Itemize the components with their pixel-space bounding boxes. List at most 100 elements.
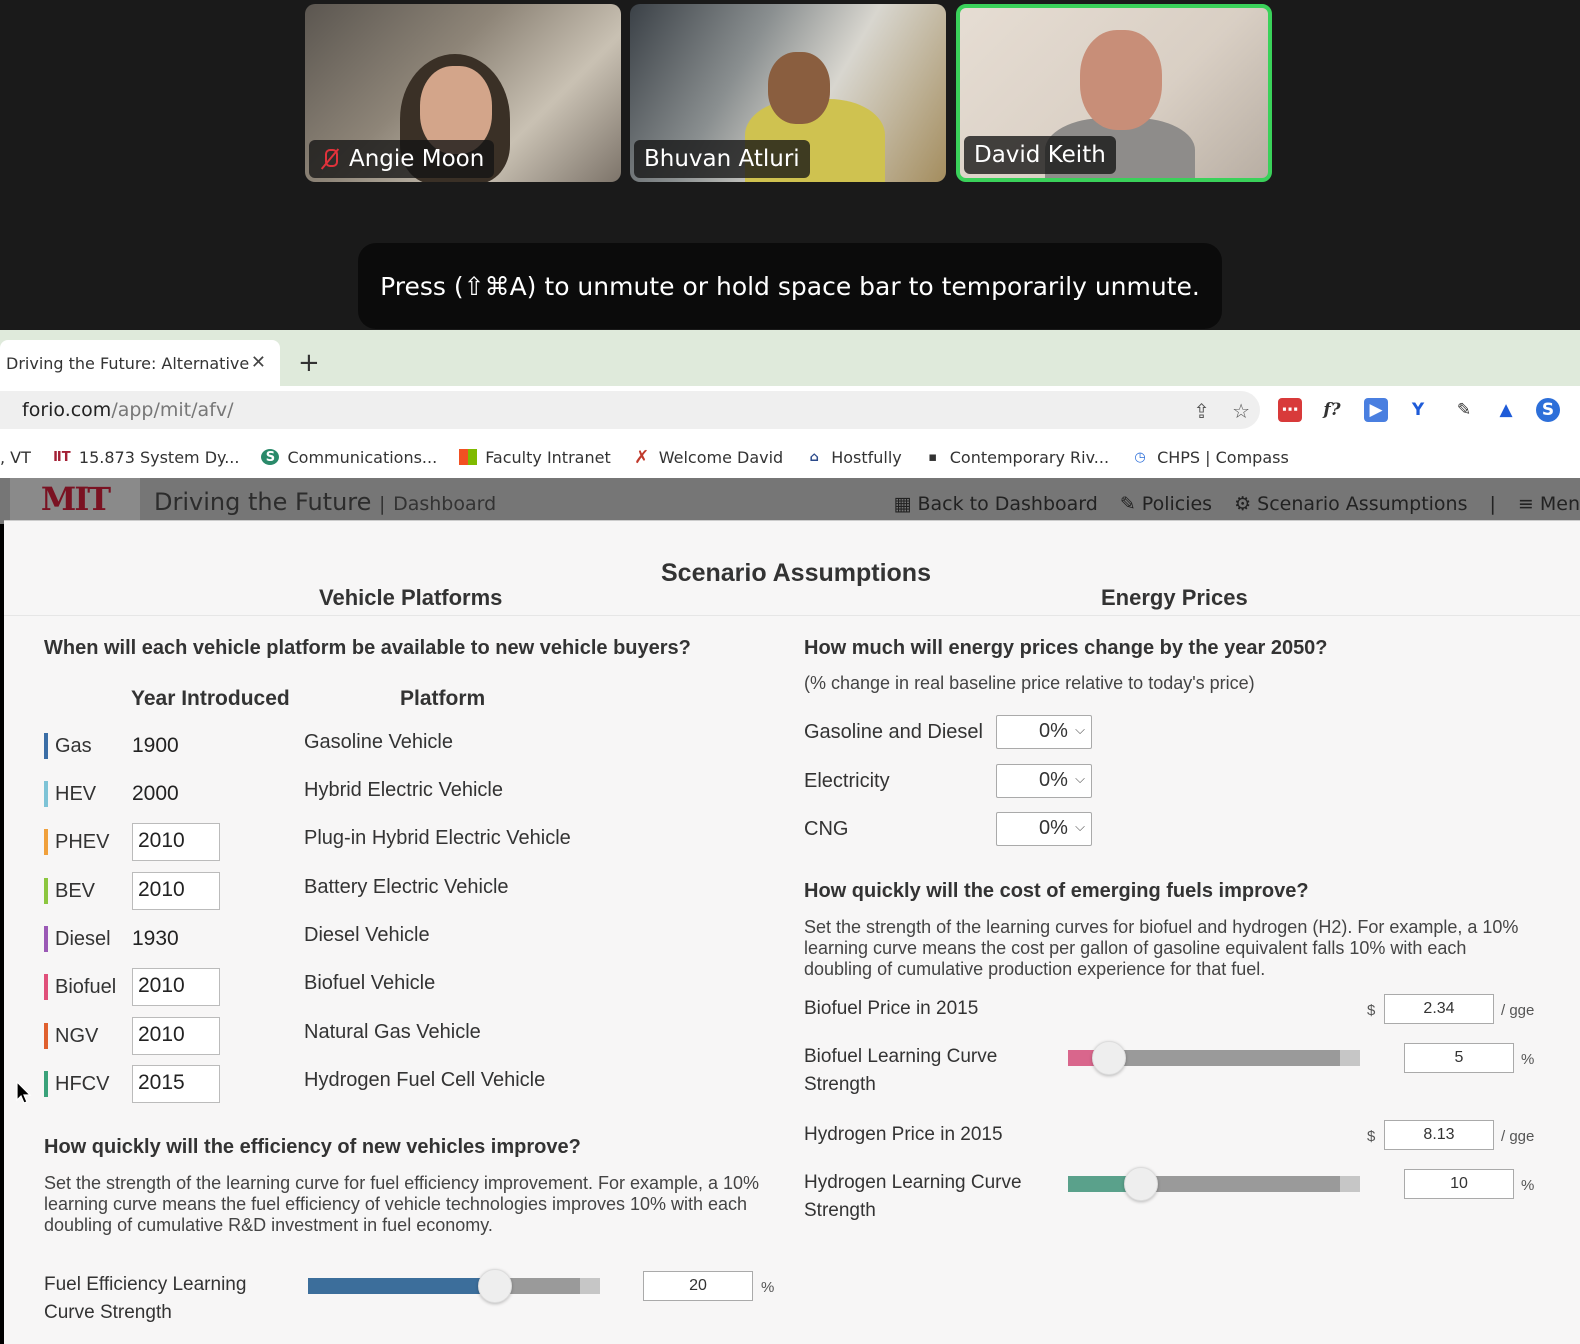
back-to-dashboard-link[interactable]: ▦ Back to Dashboard	[893, 493, 1097, 515]
vehicle-code: Diesel	[55, 927, 111, 950]
hydrogen-price-input[interactable]: 8.13	[1384, 1120, 1494, 1150]
bookmark-item[interactable]: ⅡT 15.873 System Dy...	[53, 447, 240, 467]
biofuel-curve-value-input[interactable]: 5	[1404, 1043, 1514, 1073]
participant-name: Bhuvan Atluri	[644, 146, 800, 172]
app-title-text: Driving the Future	[154, 488, 372, 516]
efficiency-learning-slider[interactable]	[308, 1269, 600, 1303]
cng-change-select[interactable]: 0% ⌵	[996, 812, 1092, 846]
video-tile-angie[interactable]: Angie Moon	[305, 4, 621, 182]
year-input[interactable]: 2010	[132, 823, 220, 861]
gge-unit: / gge	[1501, 1128, 1535, 1145]
nav-separator: |	[1489, 493, 1496, 515]
extension-lastpass-icon[interactable]: ⋯	[1278, 398, 1302, 422]
hydrogen-curve-label: Hydrogen Learning Curve Strength	[804, 1169, 1022, 1225]
platform-name: Battery Electric Vehicle	[304, 876, 509, 898]
efficiency-value-input[interactable]: 20	[643, 1271, 753, 1301]
year-value: 2000	[132, 782, 179, 805]
tab-close-icon[interactable]: ✕	[251, 352, 266, 373]
mit-icon: ⅡT	[53, 449, 71, 465]
slider-thumb[interactable]	[1092, 1041, 1126, 1075]
vehicle-code: HEV	[55, 782, 97, 805]
tab-title: Driving the Future: Alternative	[6, 353, 250, 373]
energy-row-electricity: Electricity 0% ⌵	[804, 764, 1092, 798]
bookmark-label: 15.873 System Dy...	[78, 447, 240, 467]
energy-prices-heading: Energy Prices	[1101, 585, 1248, 610]
vehicle-platforms-heading: Vehicle Platforms	[319, 585, 503, 610]
bookmark-label: Communications...	[287, 447, 438, 467]
bookmark-item[interactable]: S Communications...	[261, 448, 437, 467]
bookmark-star-icon[interactable]: ☆	[1232, 399, 1250, 423]
video-tile-david-active-speaker[interactable]: David Keith	[956, 4, 1272, 182]
year-input[interactable]: 2015	[132, 1065, 220, 1103]
share-icon[interactable]: ⇪	[1193, 399, 1210, 423]
vehicle-code: HFCV	[55, 1072, 110, 1095]
bookmark-item[interactable]: ▪ Contemporary Riv...	[924, 448, 1109, 467]
bookmark-item[interactable]: ◷ CHPS | Compass	[1131, 448, 1288, 467]
slider-tail	[1340, 1176, 1360, 1192]
currency-symbol: $	[1367, 1002, 1376, 1019]
chevron-down-icon: ⌵	[1075, 771, 1085, 786]
hydrogen-curve-label-line1: Hydrogen Learning Curve	[804, 1172, 1022, 1193]
hydrogen-curve-value-input[interactable]: 10	[1404, 1169, 1514, 1199]
back-to-dashboard-label: Back to Dashboard	[917, 493, 1098, 515]
app-subtitle: Dashboard	[393, 493, 497, 515]
participant-nametag: Angie Moon	[309, 140, 495, 178]
bookmark-label: , VT	[0, 447, 31, 467]
app-nav: ▦ Back to Dashboard ✎ Policies ⚙ Scenari…	[893, 493, 1580, 515]
bookmark-item[interactable]: Faculty Intranet	[459, 448, 611, 467]
zoom-meeting-area: Angie Moon Bhuvan Atluri David Keith Pre…	[0, 0, 1580, 330]
bookmark-label: Faculty Intranet	[485, 447, 611, 467]
extension-graduation-icon[interactable]: ▲	[1494, 398, 1518, 422]
vehicle-code: NGV	[55, 1024, 99, 1047]
slider-tail	[580, 1278, 600, 1294]
policies-link[interactable]: ✎ Policies	[1120, 493, 1212, 515]
emerging-fuels-question: How quickly will the cost of emerging fu…	[804, 880, 1309, 902]
menu-link[interactable]: ≡ Men	[1518, 493, 1580, 515]
efficiency-label-line1: Fuel Efficiency Learning	[44, 1274, 247, 1295]
year-input[interactable]: 2010	[132, 968, 220, 1006]
efficiency-question: How quickly will the efficiency of new v…	[44, 1136, 581, 1158]
year-input[interactable]: 2010	[132, 1017, 220, 1055]
bookmark-item[interactable]: ⌂ Hostfully	[805, 448, 902, 467]
extension-eyedropper-icon[interactable]: ✎	[1452, 398, 1476, 422]
year-input[interactable]: 2010	[132, 872, 220, 910]
percent-unit: %	[1521, 1177, 1535, 1194]
emerging-fuels-description: Set the strength of the learning curves …	[804, 917, 1519, 979]
biofuel-price-input[interactable]: 2.34	[1384, 994, 1494, 1024]
scenario-assumptions-link[interactable]: ⚙ Scenario Assumptions	[1234, 493, 1467, 515]
participant-name: Angie Moon	[349, 146, 485, 172]
bookmark-item[interactable]: ✗ Welcome David	[633, 447, 783, 468]
platform-header: Platform	[400, 687, 486, 710]
video-tile-bhuvan[interactable]: Bhuvan Atluri	[630, 4, 946, 182]
slider-thumb[interactable]	[478, 1269, 512, 1303]
gear-icon: ⚙	[1234, 493, 1258, 515]
platform-name: Diesel Vehicle	[304, 924, 430, 946]
year-value: 1900	[132, 734, 179, 757]
extension-profile-icon[interactable]: S	[1536, 398, 1560, 422]
sharepoint-icon: S	[261, 449, 280, 465]
energy-price-subtext: (% change in real baseline price relativ…	[804, 673, 1255, 693]
efficiency-label-line2: Curve Strength	[44, 1302, 172, 1323]
electricity-change-select[interactable]: 0% ⌵	[996, 764, 1092, 798]
efficiency-description: Set the strength of the learning curve f…	[44, 1173, 760, 1235]
extension-formula-icon[interactable]: f?	[1320, 398, 1344, 422]
extension-translate-icon[interactable]: ▶	[1364, 398, 1388, 422]
biofuel-learning-slider[interactable]	[1068, 1041, 1360, 1075]
url-field[interactable]: forio.com/app/mit/afv/	[0, 391, 1260, 429]
url-path: /app/mit/afv/	[111, 399, 234, 421]
slider-thumb[interactable]	[1124, 1167, 1158, 1201]
scenario-assumptions-label: Scenario Assumptions	[1257, 493, 1468, 515]
new-tab-button[interactable]: +	[298, 348, 320, 378]
gasoline-change-select[interactable]: 0% ⌵	[996, 715, 1092, 749]
title-separator: |	[379, 493, 386, 515]
browser-tab-active[interactable]: Driving the Future: Alternative ✕	[0, 340, 280, 386]
biofuel-curve-label: Biofuel Learning Curve Strength	[804, 1043, 997, 1099]
extension-y-icon[interactable]: Y	[1406, 398, 1430, 422]
bookmark-item[interactable]: , VT	[0, 448, 31, 467]
omnibox-actions: ⇪ ☆	[1193, 399, 1250, 423]
bookmark-label: Hostfully	[831, 447, 902, 467]
scenario-assumptions-modal: Scenario Assumptions Vehicle Platforms E…	[4, 520, 1580, 1344]
currency-symbol: $	[1367, 1128, 1376, 1145]
vehicle-color-bar	[44, 733, 48, 759]
hydrogen-learning-slider[interactable]	[1068, 1167, 1360, 1201]
